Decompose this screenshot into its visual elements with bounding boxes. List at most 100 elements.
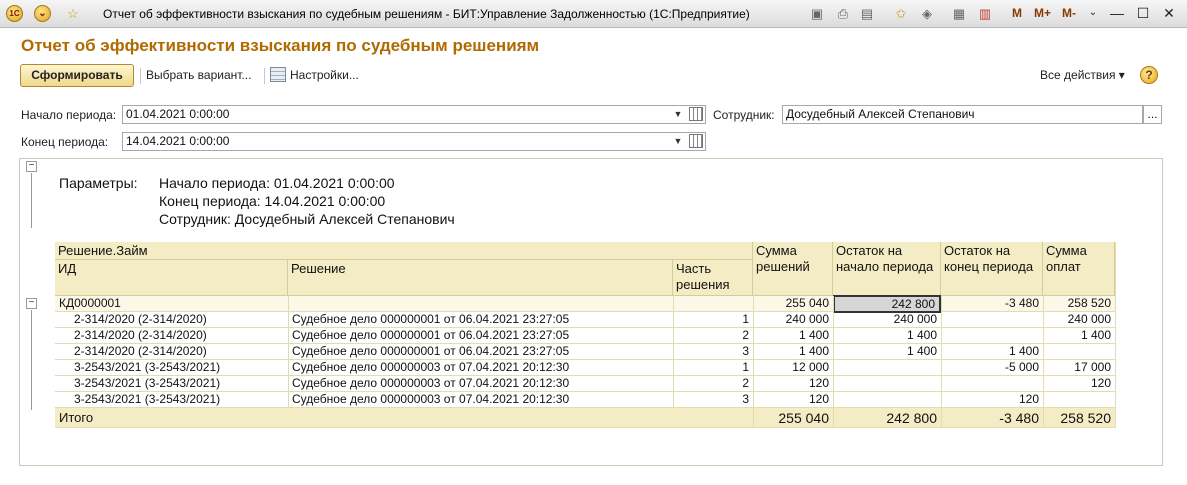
row-sum-decisions: 1 400 (798, 328, 829, 342)
print-icon[interactable]: ⎙ (834, 5, 852, 23)
end-period-label: Конец периода: (21, 135, 109, 149)
close-icon[interactable]: ✕ (1158, 3, 1180, 23)
params-start: Начало периода: 01.04.2021 0:00:00 (159, 175, 395, 191)
header-decision: Решение (288, 260, 673, 296)
choose-variant-button[interactable]: Выбрать вариант... (146, 68, 251, 82)
row-decision: Судебное дело 000000001 от 06.04.2021 23… (292, 312, 570, 326)
row-sum-payments: 17 000 (1074, 360, 1111, 374)
header-decision-loan: Решение.Займ (55, 242, 753, 260)
grid-line (753, 296, 754, 428)
row-balance-end: -5 000 (1004, 360, 1039, 374)
end-period-calendar-icon[interactable] (689, 134, 703, 148)
start-period-field[interactable]: 01.04.2021 0:00:00 (122, 105, 706, 124)
minimize-icon[interactable]: — (1106, 3, 1128, 23)
row-balance-start: 240 000 (893, 312, 937, 326)
memory-m-plus-button[interactable]: M+ (1034, 6, 1051, 20)
grid-line (673, 296, 674, 408)
row-part: 1 (742, 312, 749, 326)
header-sum-decisions: Сумма решений (753, 242, 833, 296)
end-period-value: 14.04.2021 0:00:00 (126, 134, 230, 148)
params-group-line (31, 173, 32, 228)
row-id: 2-314/2020 (2-314/2020) (74, 328, 207, 342)
row-id: 2-314/2020 (2-314/2020) (74, 312, 207, 326)
employee-label: Сотрудник: (713, 108, 775, 122)
total-sum-payments: 258 520 (1043, 409, 1115, 427)
app-logo-icon[interactable]: 1С (6, 5, 23, 22)
window-menu-icon[interactable]: ⌄ (1082, 3, 1104, 23)
window-title: Отчет об эффективности взыскания по суде… (103, 7, 750, 21)
start-period-value: 01.04.2021 0:00:00 (126, 107, 230, 121)
header-id: ИД (55, 260, 288, 296)
total-balance-start: 242 800 (833, 409, 941, 427)
row-sum-decisions: 120 (808, 392, 829, 406)
menu-dropdown-icon[interactable]: ⌄ (34, 5, 51, 22)
save-icon[interactable]: ▣ (808, 5, 826, 23)
group-line (31, 310, 32, 410)
grid-line (941, 296, 942, 428)
total-label: Итого (55, 409, 288, 427)
add-favorite-icon[interactable]: ✩ (892, 5, 910, 23)
row-balance-end: 1 400 (1008, 344, 1039, 358)
report-heading: Отчет об эффективности взыскания по суде… (21, 36, 540, 55)
grid-line (833, 296, 834, 428)
header-balance-start: Остаток на начало периода (833, 242, 941, 296)
row-sum-payments: 240 000 (1067, 312, 1111, 326)
row-balance-start: 1 400 (906, 344, 937, 358)
grid-line (288, 296, 289, 408)
row-sum-payments: 1 400 (1080, 328, 1111, 342)
group-balance-end: -3 480 (1004, 296, 1039, 310)
row-id: 3-2543/2021 (3-2543/2021) (74, 392, 221, 406)
row-part: 2 (742, 376, 749, 390)
memory-m-button[interactable]: M (1012, 6, 1022, 20)
row-sum-decisions: 240 000 (785, 312, 829, 326)
maximize-icon[interactable]: ☐ (1132, 3, 1154, 23)
end-period-field[interactable]: 14.04.2021 0:00:00 (122, 132, 706, 151)
row-balance-end: 120 (1018, 392, 1039, 406)
toolbar-separator (264, 68, 265, 84)
row-id: 3-2543/2021 (3-2543/2021) (74, 360, 221, 374)
toolbar-separator (140, 68, 141, 84)
row-decision: Судебное дело 000000003 от 07.04.2021 20… (292, 392, 570, 406)
group-balance-start-selected[interactable]: 242 800 (833, 295, 941, 313)
end-period-dropdown-icon[interactable]: ▼ (671, 133, 685, 150)
group-sum-decisions: 255 040 (785, 296, 829, 310)
row-sum-decisions: 1 400 (798, 344, 829, 358)
employee-field[interactable]: Досудебный Алексей Степанович (782, 105, 1143, 124)
row-sum-decisions: 12 000 (792, 360, 829, 374)
calculator-icon[interactable]: ▦ (950, 5, 968, 23)
grid-line (1115, 242, 1116, 428)
settings-button[interactable]: Настройки... (290, 68, 359, 82)
start-period-calendar-icon[interactable] (689, 107, 703, 121)
generate-button[interactable]: Сформировать (20, 64, 134, 87)
employee-value: Досудебный Алексей Степанович (786, 107, 975, 121)
group-name: КД0000001 (59, 296, 121, 310)
row-decision: Судебное дело 000000003 от 07.04.2021 20… (292, 360, 570, 374)
all-actions-menu[interactable]: Все действия ▾ (1040, 68, 1125, 82)
favorite-star-icon[interactable]: ☆ (64, 5, 82, 23)
start-period-label: Начало периода: (21, 108, 117, 122)
params-employee: Сотрудник: Досудебный Алексей Степанович (159, 211, 455, 227)
row-sum-payments: 120 (1090, 376, 1111, 390)
row-id: 3-2543/2021 (3-2543/2021) (74, 376, 221, 390)
total-sum-decisions: 255 040 (753, 409, 833, 427)
settings-icon[interactable] (270, 67, 286, 82)
group-sum-payments: 258 520 (1067, 296, 1111, 310)
header-part: Часть решения (673, 260, 753, 296)
row-decision: Судебное дело 000000001 от 06.04.2021 23… (292, 344, 570, 358)
memory-m-minus-button[interactable]: M- (1062, 6, 1076, 20)
params-end: Конец периода: 14.04.2021 0:00:00 (159, 193, 386, 209)
row-balance-start: 1 400 (906, 328, 937, 342)
employee-select-button[interactable]: ... (1143, 105, 1162, 124)
history-icon[interactable]: ◈ (918, 5, 936, 23)
help-icon[interactable]: ? (1140, 66, 1158, 84)
params-collapse-icon[interactable]: − (26, 161, 37, 172)
params-label: Параметры: (59, 175, 138, 191)
print-preview-icon[interactable]: ▤ (858, 5, 876, 23)
group-collapse-icon[interactable]: − (26, 298, 37, 309)
calendar-icon[interactable]: ▥ (976, 5, 994, 23)
row-sum-decisions: 120 (808, 376, 829, 390)
row-part: 1 (742, 360, 749, 374)
row-part: 3 (742, 392, 749, 406)
total-balance-end: -3 480 (941, 409, 1043, 427)
start-period-dropdown-icon[interactable]: ▼ (671, 106, 685, 123)
